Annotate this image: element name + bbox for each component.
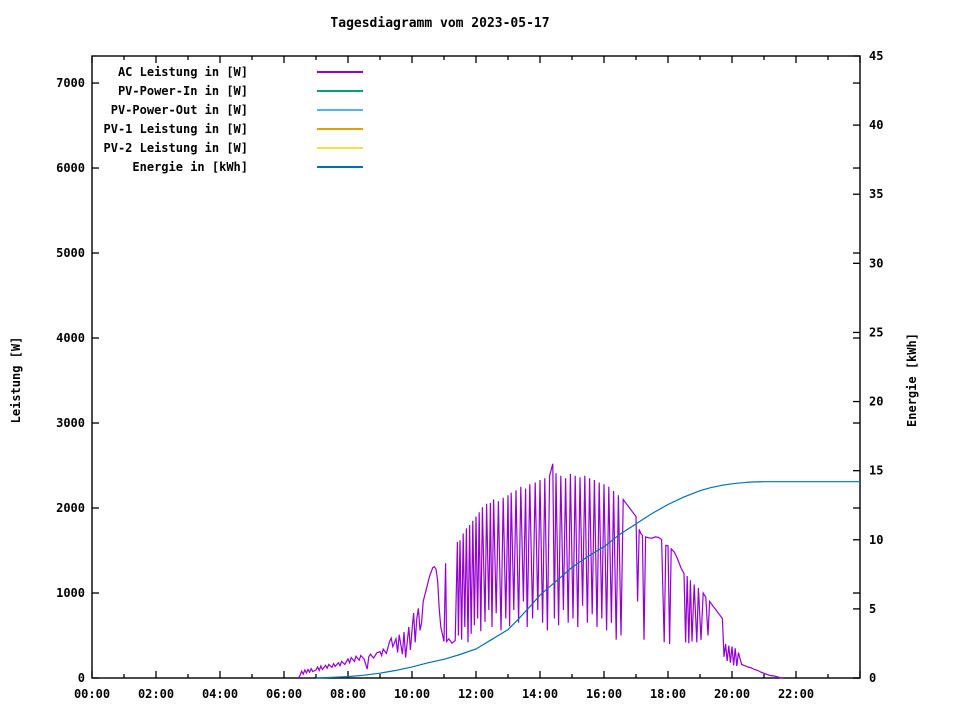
x-tick-label: 18:00 <box>650 687 686 701</box>
y-right-tick-label: 25 <box>869 325 883 339</box>
y-right-tick-label: 5 <box>869 602 876 616</box>
y-right-tick-label: 30 <box>869 256 883 270</box>
y-right-tick-label: 40 <box>869 118 883 132</box>
series-ac-leistung-in-w- <box>298 464 783 678</box>
x-tick-label: 00:00 <box>74 687 110 701</box>
x-tick-label: 06:00 <box>266 687 302 701</box>
y-left-tick-label: 3000 <box>56 416 85 430</box>
y-right-tick-label: 10 <box>869 533 883 547</box>
y-left-tick-label: 4000 <box>56 331 85 345</box>
chart: Tagesdiagramm vom 2023-05-17 Leistung [W… <box>0 0 960 720</box>
x-tick-label: 20:00 <box>714 687 750 701</box>
y-left-tick-label: 6000 <box>56 161 85 175</box>
y-left-tick-label: 5000 <box>56 246 85 260</box>
y-right-tick-label: 20 <box>869 395 883 409</box>
x-tick-label: 14:00 <box>522 687 558 701</box>
y-left-tick-label: 0 <box>78 671 85 685</box>
plot-area: 00:00 02:00 04:00 06:00 08:00 10:00 12:00 14:00… <box>0 0 960 720</box>
y-left-tick-label: 1000 <box>56 586 85 600</box>
x-tick-label: 08:00 <box>330 687 366 701</box>
x-tick-label: 22:00 <box>778 687 814 701</box>
x-tick-label: 12:00 <box>458 687 494 701</box>
y-right-tick-label: 15 <box>869 464 883 478</box>
y-left-tick-label: 7000 <box>56 76 85 90</box>
y-right-tick-label: 0 <box>869 671 876 685</box>
x-tick-label: 16:00 <box>586 687 622 701</box>
y-right-tick-label: 35 <box>869 187 883 201</box>
x-tick-label: 04:00 <box>202 687 238 701</box>
x-tick-label: 02:00 <box>138 687 174 701</box>
x-tick-label: 10:00 <box>394 687 430 701</box>
y-left-tick-label: 2000 <box>56 501 85 515</box>
plot-border <box>92 56 860 678</box>
y-right-tick-label: 45 <box>869 49 883 63</box>
